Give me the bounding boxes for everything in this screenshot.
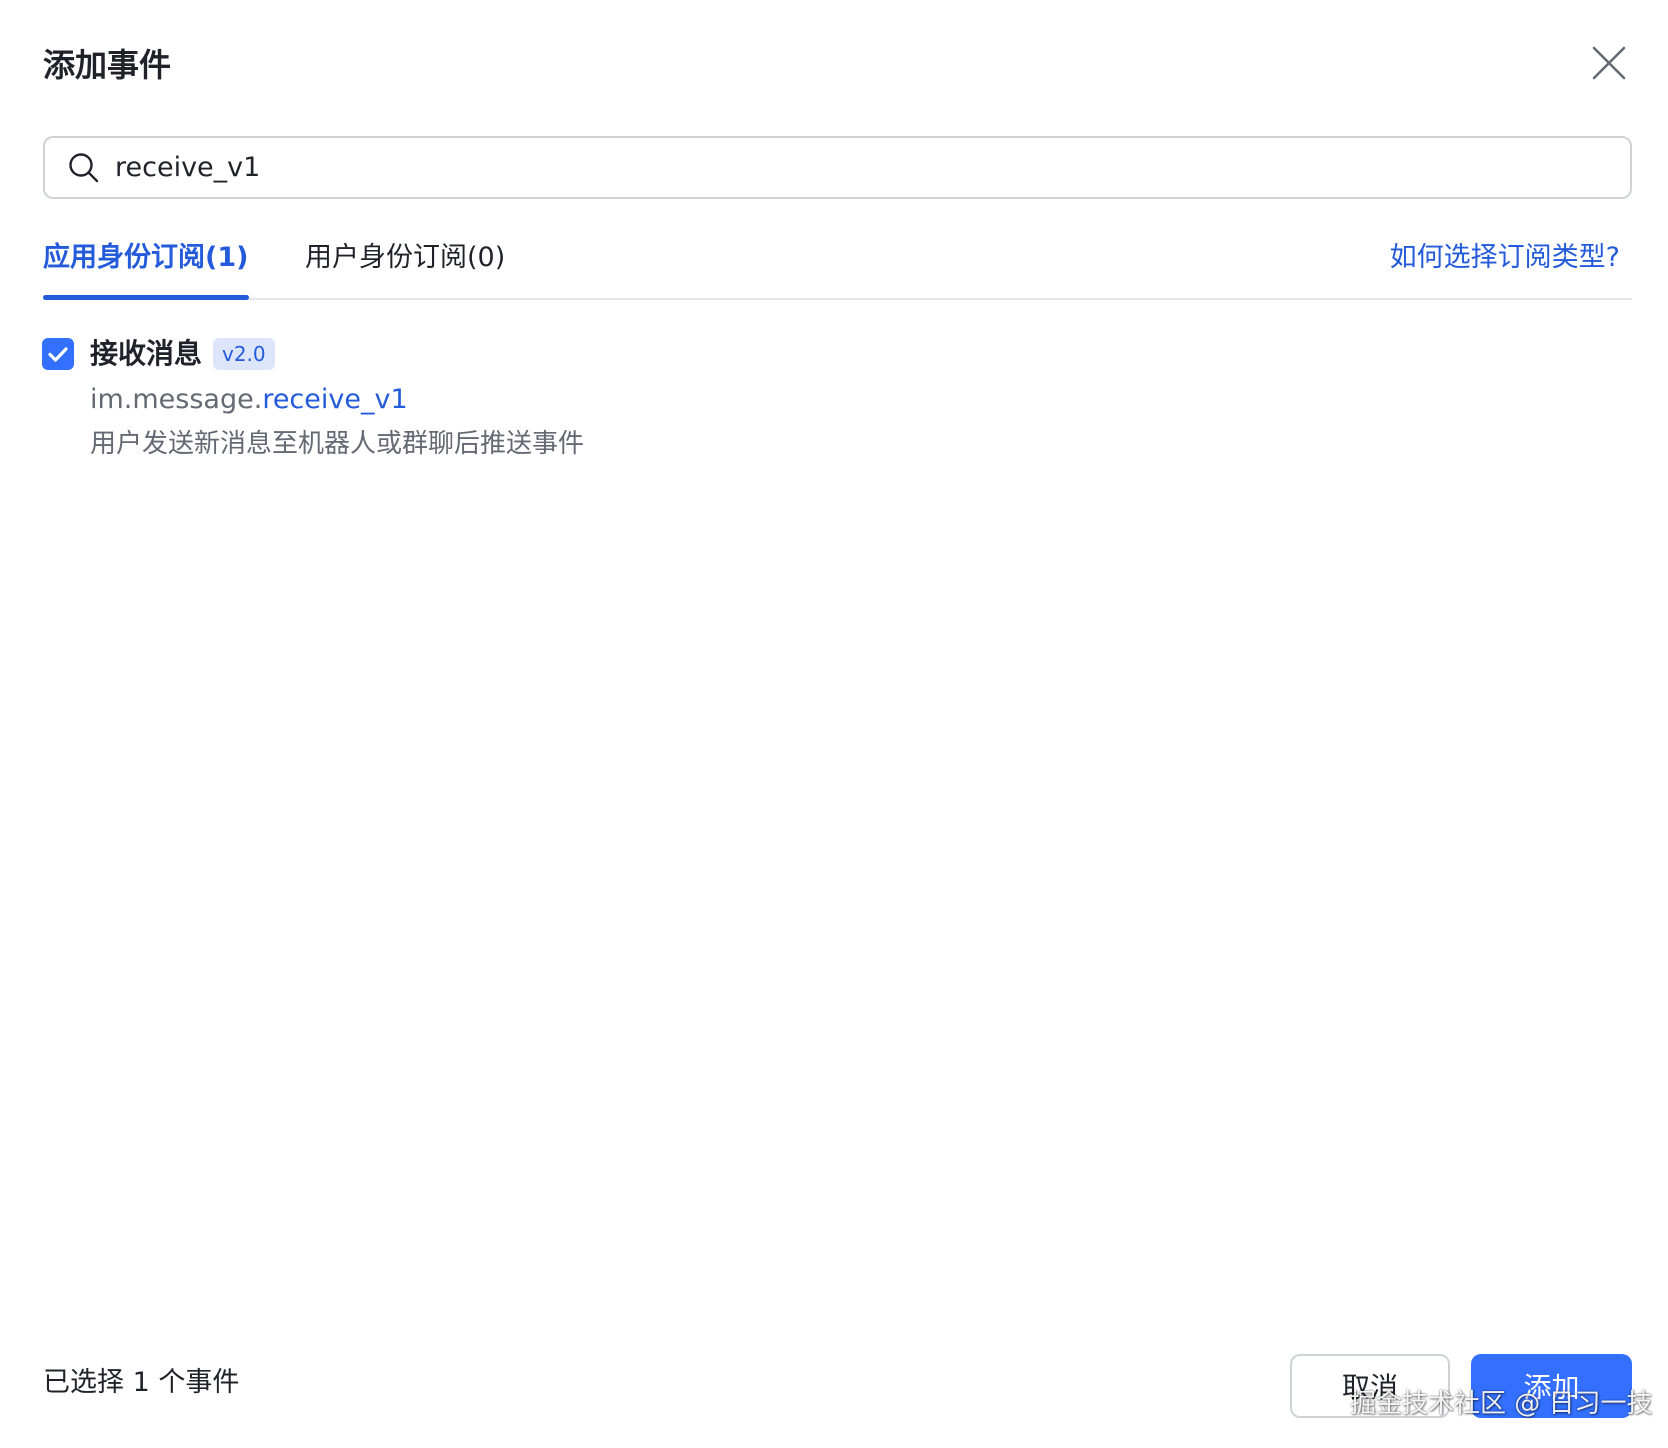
close-button[interactable]	[1590, 44, 1628, 82]
check-icon	[48, 347, 68, 362]
event-key-prefix: im.message.	[90, 384, 263, 415]
subscription-tabs: 应用身份订阅(1) 用户身份订阅(0) 如何选择订阅类型?	[43, 232, 1632, 300]
cancel-button[interactable]: 取消	[1290, 1354, 1450, 1418]
event-checkbox[interactable]	[42, 338, 74, 370]
tab-app-subscription[interactable]: 应用身份订阅(1)	[43, 238, 248, 278]
event-key-match: receive_v1	[262, 384, 408, 415]
active-tab-indicator	[43, 295, 249, 300]
event-key: im.message.receive_v1	[90, 380, 408, 420]
search-icon	[67, 151, 101, 185]
add-button[interactable]: 添加	[1471, 1354, 1632, 1418]
version-badge: v2.0	[213, 338, 275, 370]
close-icon[interactable]	[1590, 44, 1628, 82]
event-description: 用户发送新消息至机器人或群聊后推送事件	[90, 429, 585, 459]
dialog-title: 添加事件	[43, 46, 172, 84]
search-box[interactable]	[43, 136, 1632, 199]
event-name: 接收消息	[90, 337, 203, 370]
tab-user-subscription[interactable]: 用户身份订阅(0)	[305, 238, 505, 278]
add-event-dialog: 添加事件 应用身份订阅(1) 用户身份订阅(0) 如何选择订阅类型?	[0, 0, 1668, 1448]
search-input[interactable]	[115, 142, 1595, 193]
selected-count: 已选择 1 个事件	[43, 1367, 240, 1398]
subscription-type-help-link[interactable]: 如何选择订阅类型?	[1390, 238, 1620, 278]
